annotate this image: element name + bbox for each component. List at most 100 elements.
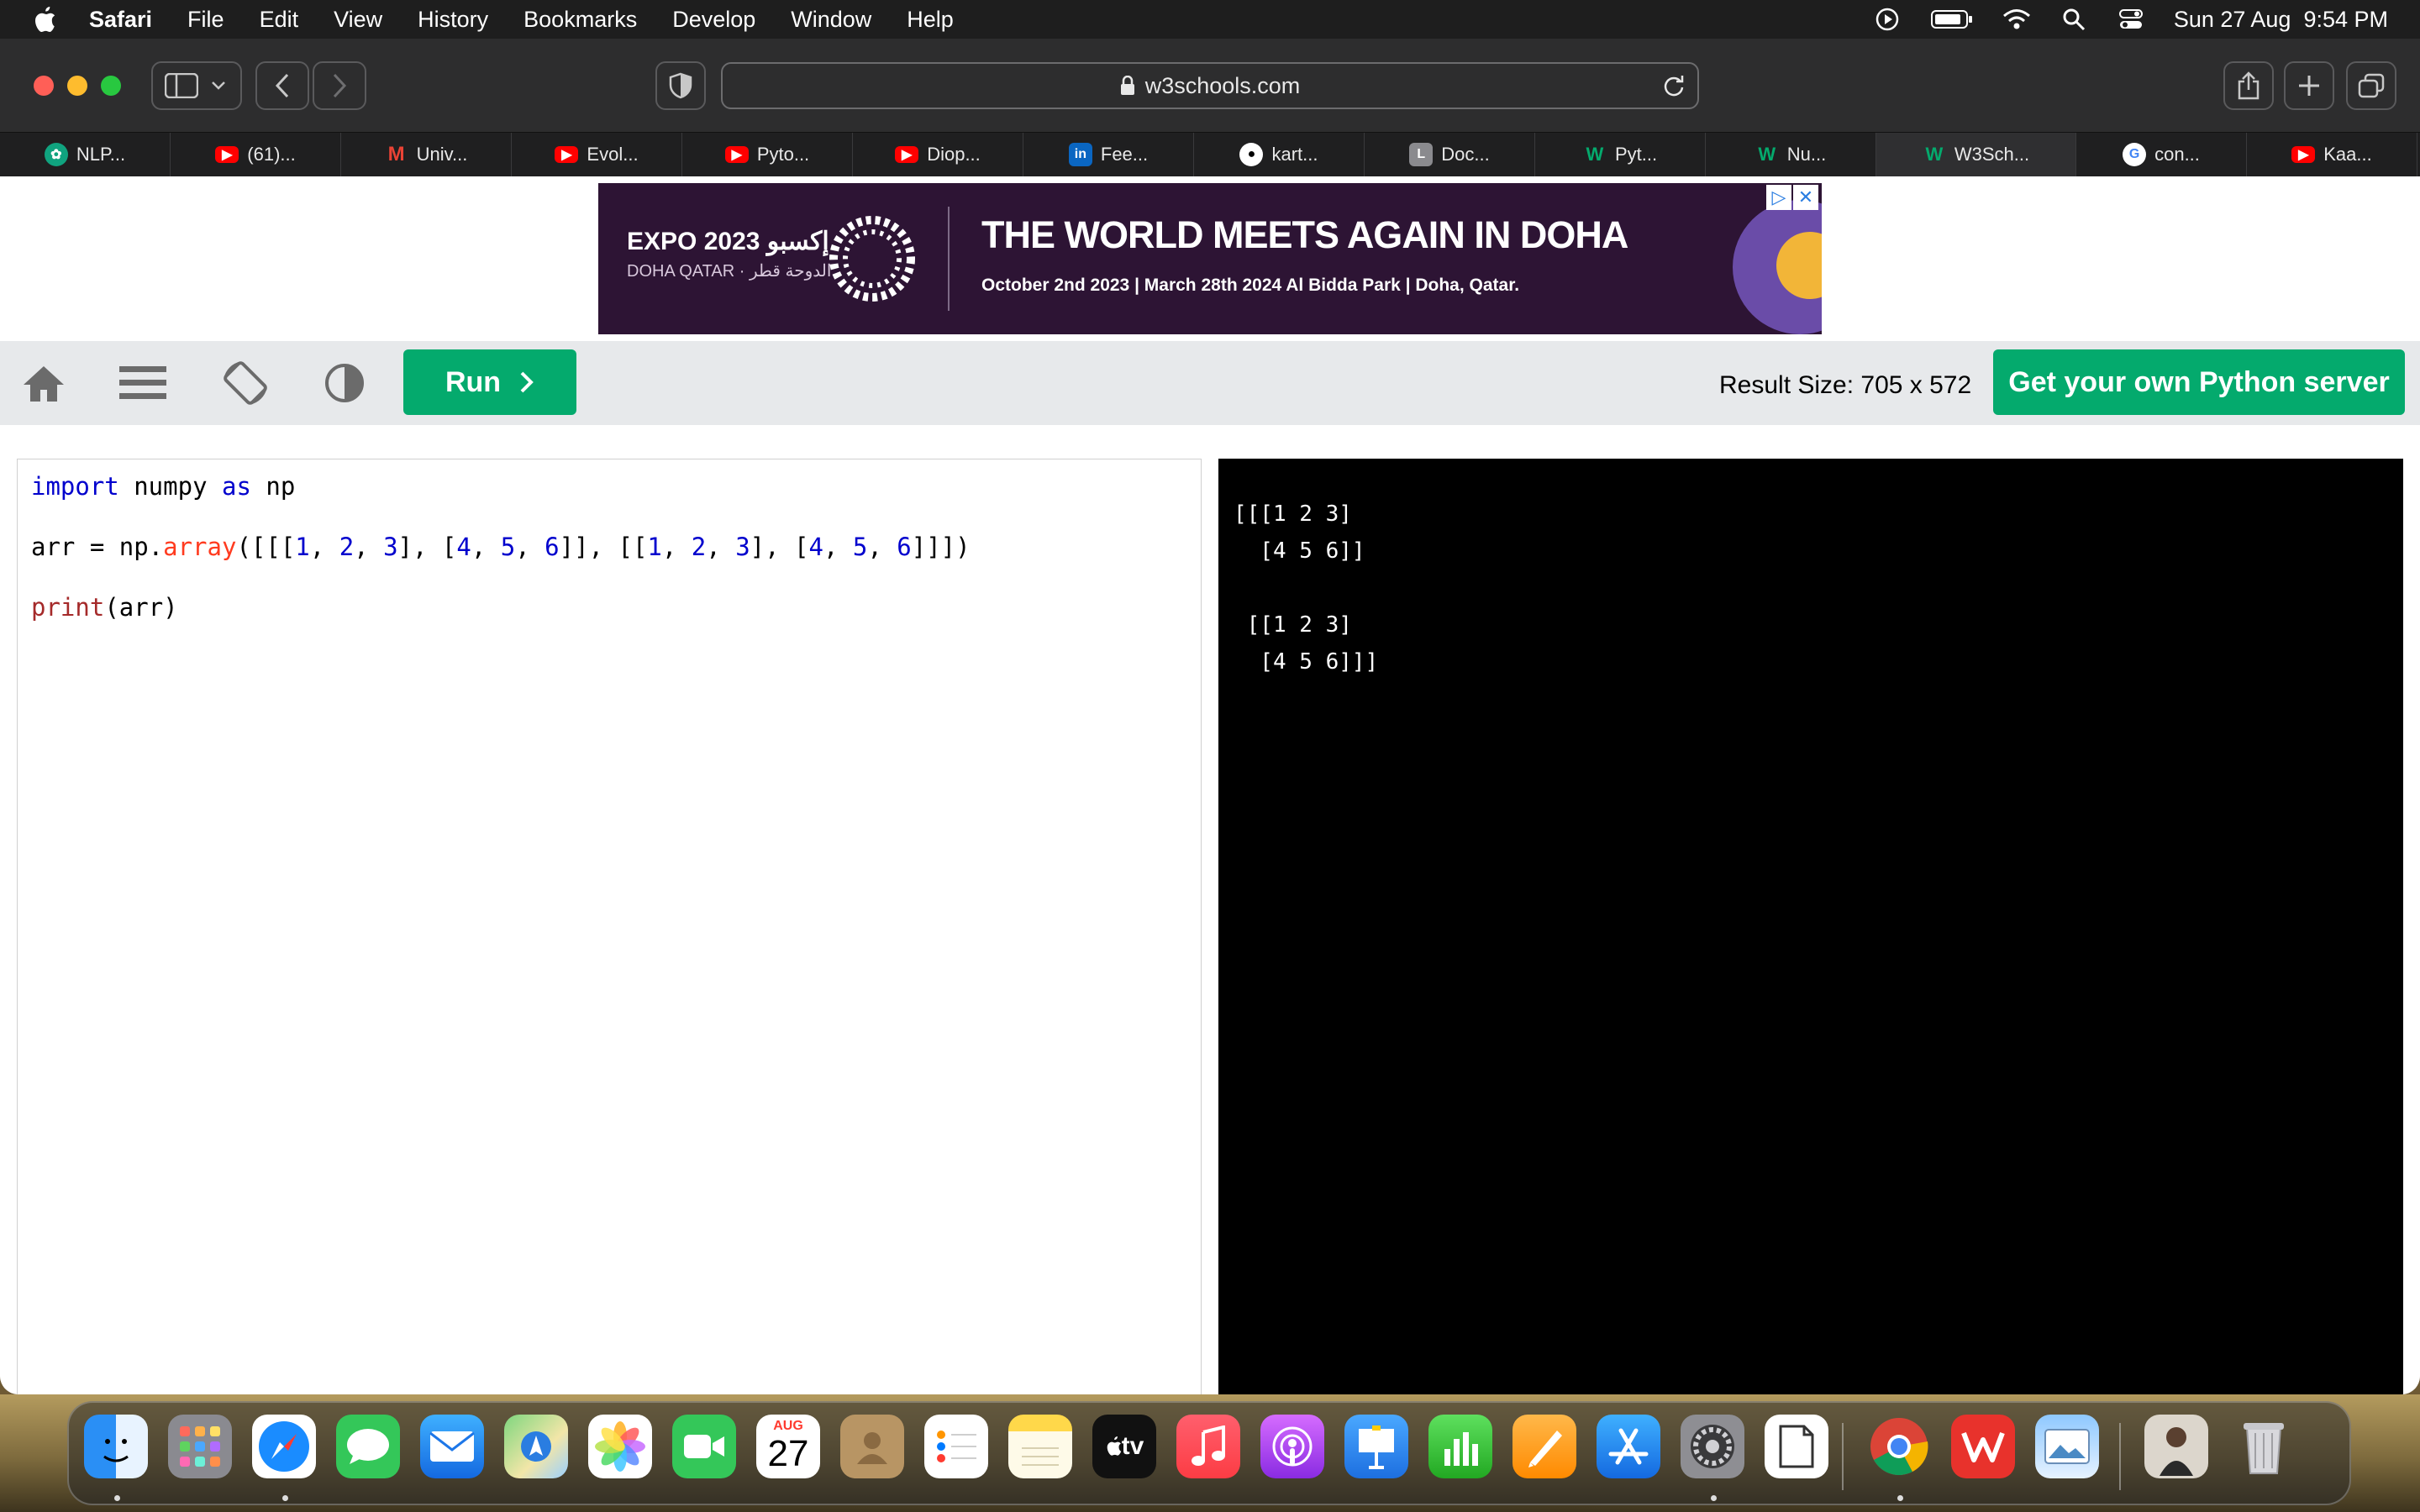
run-button-label: Run (445, 365, 502, 398)
menu-edit[interactable]: Edit (260, 7, 299, 33)
tab-w3-pyt[interactable]: W Pyt... (1535, 133, 1706, 176)
wps-icon[interactable] (1951, 1415, 2015, 1478)
code-editor[interactable]: import numpy as np arr = np.array([[[1, 2… (17, 459, 1202, 1394)
code-line[interactable]: import numpy as np (31, 471, 1187, 501)
menu-view[interactable]: View (334, 7, 382, 33)
code-line[interactable]: arr = np.array([[[1, 2, 3], [4, 5, 6]], … (31, 532, 1187, 562)
photos-icon[interactable] (588, 1415, 652, 1478)
tab-youtube-diop[interactable]: ▶ Diop... (853, 133, 1023, 176)
trash-icon[interactable] (2232, 1415, 2296, 1478)
tab-github[interactable]: ● kart... (1194, 133, 1365, 176)
get-python-server-button[interactable]: Get your own Python server (1993, 349, 2405, 415)
battery-icon[interactable] (1930, 7, 1974, 32)
pages-icon[interactable] (1512, 1415, 1576, 1478)
minimize-window-button[interactable] (67, 76, 87, 96)
contacts-icon[interactable] (840, 1415, 904, 1478)
tab-bar: ✿ NLP... ▶ (61)... M Univ... ▶ Evol... ▶ Pyto… (0, 133, 2420, 176)
app-store-icon[interactable] (1597, 1415, 1660, 1478)
menu-file[interactable]: File (187, 7, 224, 33)
running-indicator (282, 1495, 288, 1501)
podcasts-icon[interactable] (1260, 1415, 1324, 1478)
tab-w3-nu[interactable]: W Nu... (1706, 133, 1876, 176)
code-line[interactable]: print(arr) (31, 592, 1187, 622)
calendar-icon[interactable]: AUG 27 (756, 1415, 820, 1478)
privacy-report-button[interactable] (655, 61, 706, 110)
preview-icon[interactable] (2035, 1415, 2099, 1478)
tab-google[interactable]: Gcon... (2076, 133, 2247, 176)
tab-youtube-kaa[interactable]: ▶ Kaa... (2247, 133, 2417, 176)
menu-window[interactable]: Window (791, 7, 871, 33)
code-token: , (515, 533, 545, 561)
menu-bookmarks[interactable]: Bookmarks (523, 7, 637, 33)
mail-icon[interactable] (420, 1415, 484, 1478)
tab-doc[interactable]: L Doc... (1365, 133, 1535, 176)
reminders-icon[interactable] (924, 1415, 988, 1478)
code-token: 6 (897, 533, 912, 561)
rotate-orientation-icon[interactable] (220, 358, 271, 408)
textedit-icon[interactable] (1765, 1415, 1828, 1478)
ad-close-icon[interactable]: ✕ (1793, 185, 1818, 210)
tab-label: Doc... (1441, 144, 1490, 165)
numbers-icon[interactable] (1428, 1415, 1492, 1478)
system-settings-icon[interactable] (1681, 1415, 1744, 1478)
reload-icon[interactable] (1662, 74, 1686, 97)
forward-button[interactable] (313, 61, 366, 110)
zoom-window-button[interactable] (101, 76, 121, 96)
code-token: 1 (647, 533, 662, 561)
finder-icon[interactable] (84, 1415, 148, 1478)
back-button[interactable] (255, 61, 309, 110)
facetime-icon[interactable] (672, 1415, 736, 1478)
wifi-icon[interactable] (2002, 7, 2031, 32)
safari-icon[interactable] (252, 1415, 316, 1478)
ad-choices[interactable]: ▷ ✕ (1766, 185, 1818, 210)
apple-menu-icon[interactable] (32, 5, 57, 34)
notes-icon[interactable] (1008, 1415, 1072, 1478)
maps-icon[interactable] (504, 1415, 568, 1478)
share-button[interactable] (2223, 61, 2274, 110)
menu-develop[interactable]: Develop (672, 7, 755, 33)
ad-expo-title: EXPO 2023 إكسبو (627, 228, 829, 255)
menubar-clock[interactable]: Sun 27 Aug 9:54 PM (2174, 7, 2388, 33)
apple-tv-icon[interactable]: tv (1092, 1415, 1156, 1478)
play-status-icon[interactable] (1873, 7, 1902, 32)
user-photo-icon[interactable] (2144, 1415, 2208, 1478)
tab-youtube-61[interactable]: ▶ (61)... (171, 133, 341, 176)
tab-gmail[interactable]: M Univ... (341, 133, 512, 176)
result-size-label: Result Size: 705 x 572 (1719, 371, 1972, 399)
spotlight-search-icon[interactable] (2060, 7, 2088, 32)
home-icon[interactable] (18, 358, 69, 408)
code-token: ]]]) (911, 533, 971, 561)
tab-overview-button[interactable] (2346, 61, 2396, 110)
ad-choices-icon[interactable]: ▷ (1766, 185, 1791, 210)
contrast-theme-icon[interactable] (319, 358, 370, 408)
tryit-toolbar: Run Result Size: 705 x 572 Get your own … (0, 341, 2420, 425)
advertisement-banner[interactable]: EXPO 2023 إكسبو DOHA QATAR · الدوحة قطر … (598, 183, 1822, 334)
control-center-icon[interactable] (2117, 7, 2145, 32)
run-button[interactable]: Run (403, 349, 576, 415)
chevron-left-icon (275, 73, 289, 98)
menu-icon[interactable] (118, 358, 168, 408)
tab-nlp[interactable]: ✿ NLP... (0, 133, 171, 176)
apple-logo-icon (1107, 1436, 1121, 1456)
tab-youtube-evol[interactable]: ▶ Evol... (512, 133, 682, 176)
menu-app-name[interactable]: Safari (89, 7, 152, 33)
close-window-button[interactable] (34, 76, 54, 96)
letter-l-icon: L (1409, 143, 1434, 166)
code-token: , (354, 533, 384, 561)
tab-youtube-pyto[interactable]: ▶ Pyto... (682, 133, 853, 176)
menu-help[interactable]: Help (907, 7, 954, 33)
messages-icon[interactable] (336, 1415, 400, 1478)
new-tab-button[interactable] (2284, 61, 2334, 110)
menu-history[interactable]: History (418, 7, 488, 33)
tab-linkedin[interactable]: in Fee... (1023, 133, 1194, 176)
tab-w3schools-active[interactable]: W W3Sch... (1876, 133, 2076, 176)
music-icon[interactable] (1176, 1415, 1240, 1478)
w3schools-icon: W (1758, 144, 1776, 165)
openai-icon: ✿ (44, 143, 68, 166)
address-bar[interactable]: w3schools.com (721, 62, 1699, 109)
keynote-icon[interactable] (1344, 1415, 1408, 1478)
chrome-icon[interactable] (1867, 1415, 1931, 1478)
launchpad-icon[interactable] (168, 1415, 232, 1478)
sidebar-toggle-button[interactable] (151, 61, 242, 110)
code-token: 2 (339, 533, 355, 561)
